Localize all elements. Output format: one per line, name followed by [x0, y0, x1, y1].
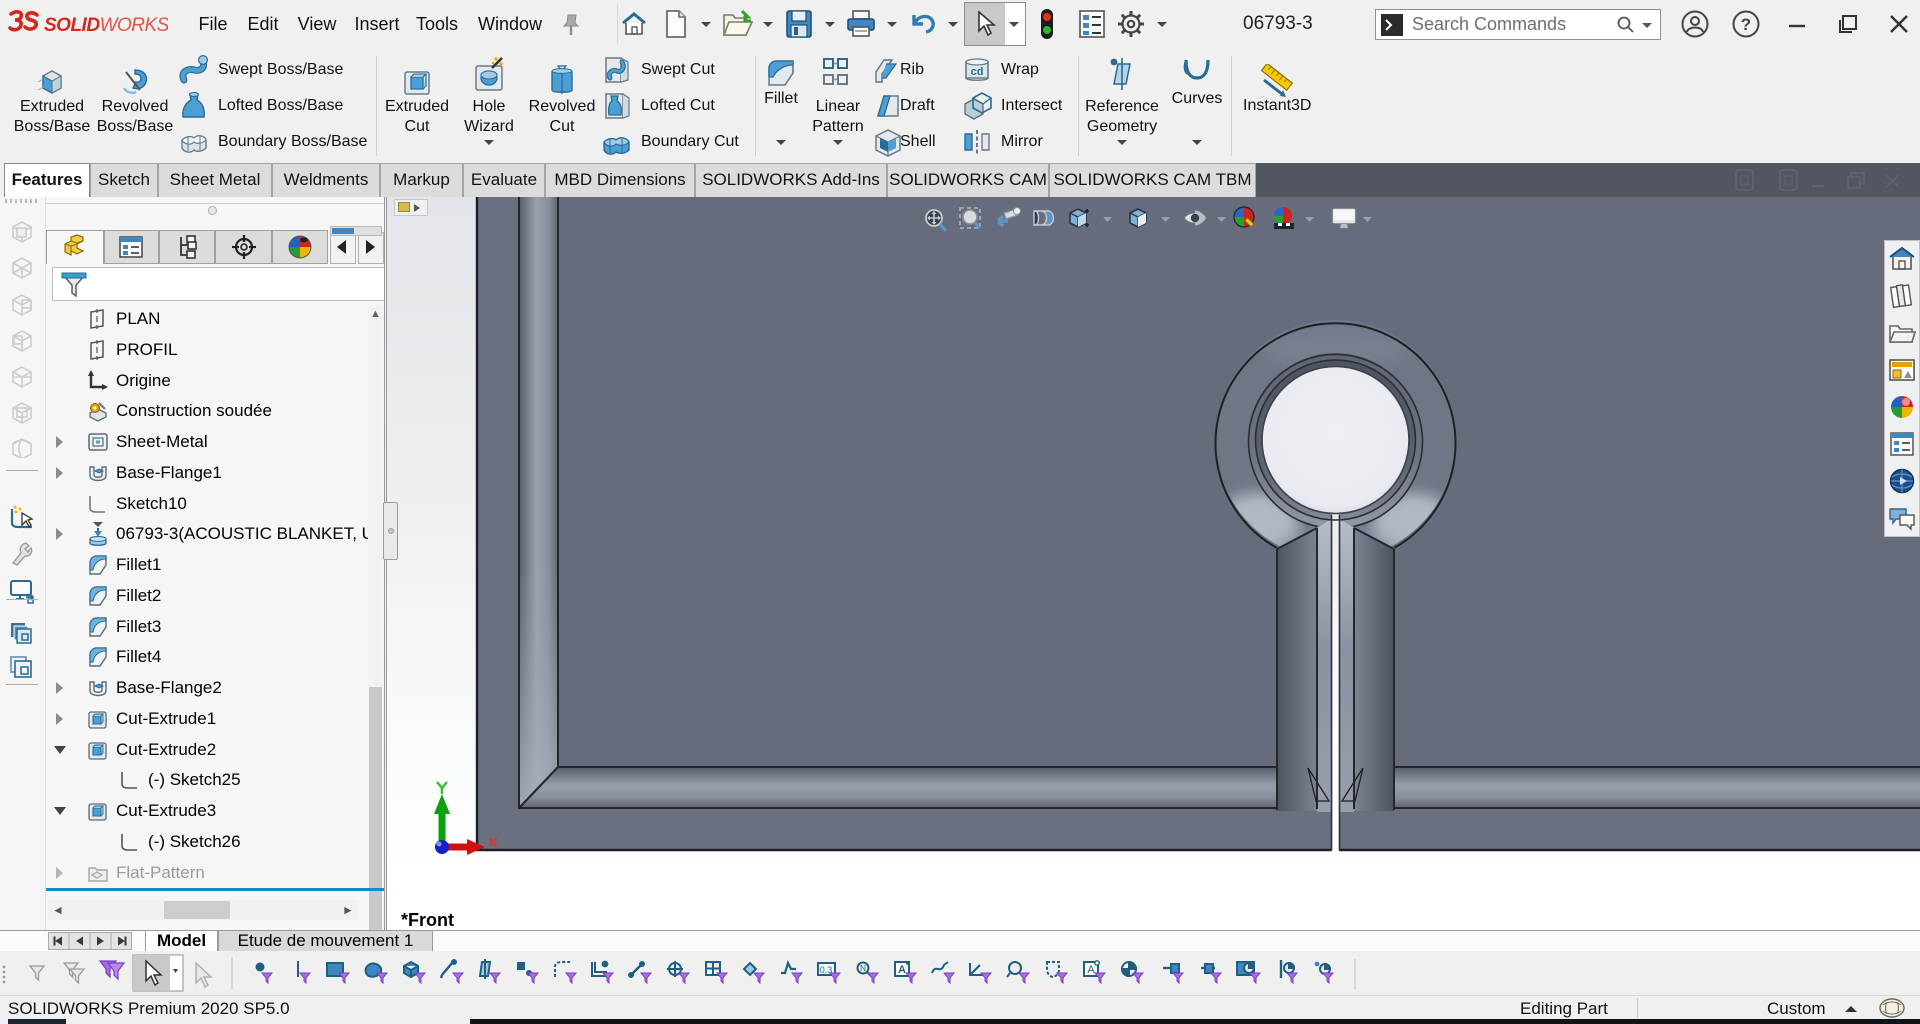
svg-text:A: A — [898, 964, 906, 976]
svg-text:SOLIDWORKS: SOLIDWORKS — [44, 15, 168, 36]
svg-text:cd: cd — [971, 66, 984, 78]
svg-text:A: A — [1087, 964, 1095, 976]
svg-text:*Front: *Front — [401, 910, 454, 930]
svg-text:?: ? — [1741, 15, 1751, 34]
svg-text:N: N — [860, 964, 866, 973]
